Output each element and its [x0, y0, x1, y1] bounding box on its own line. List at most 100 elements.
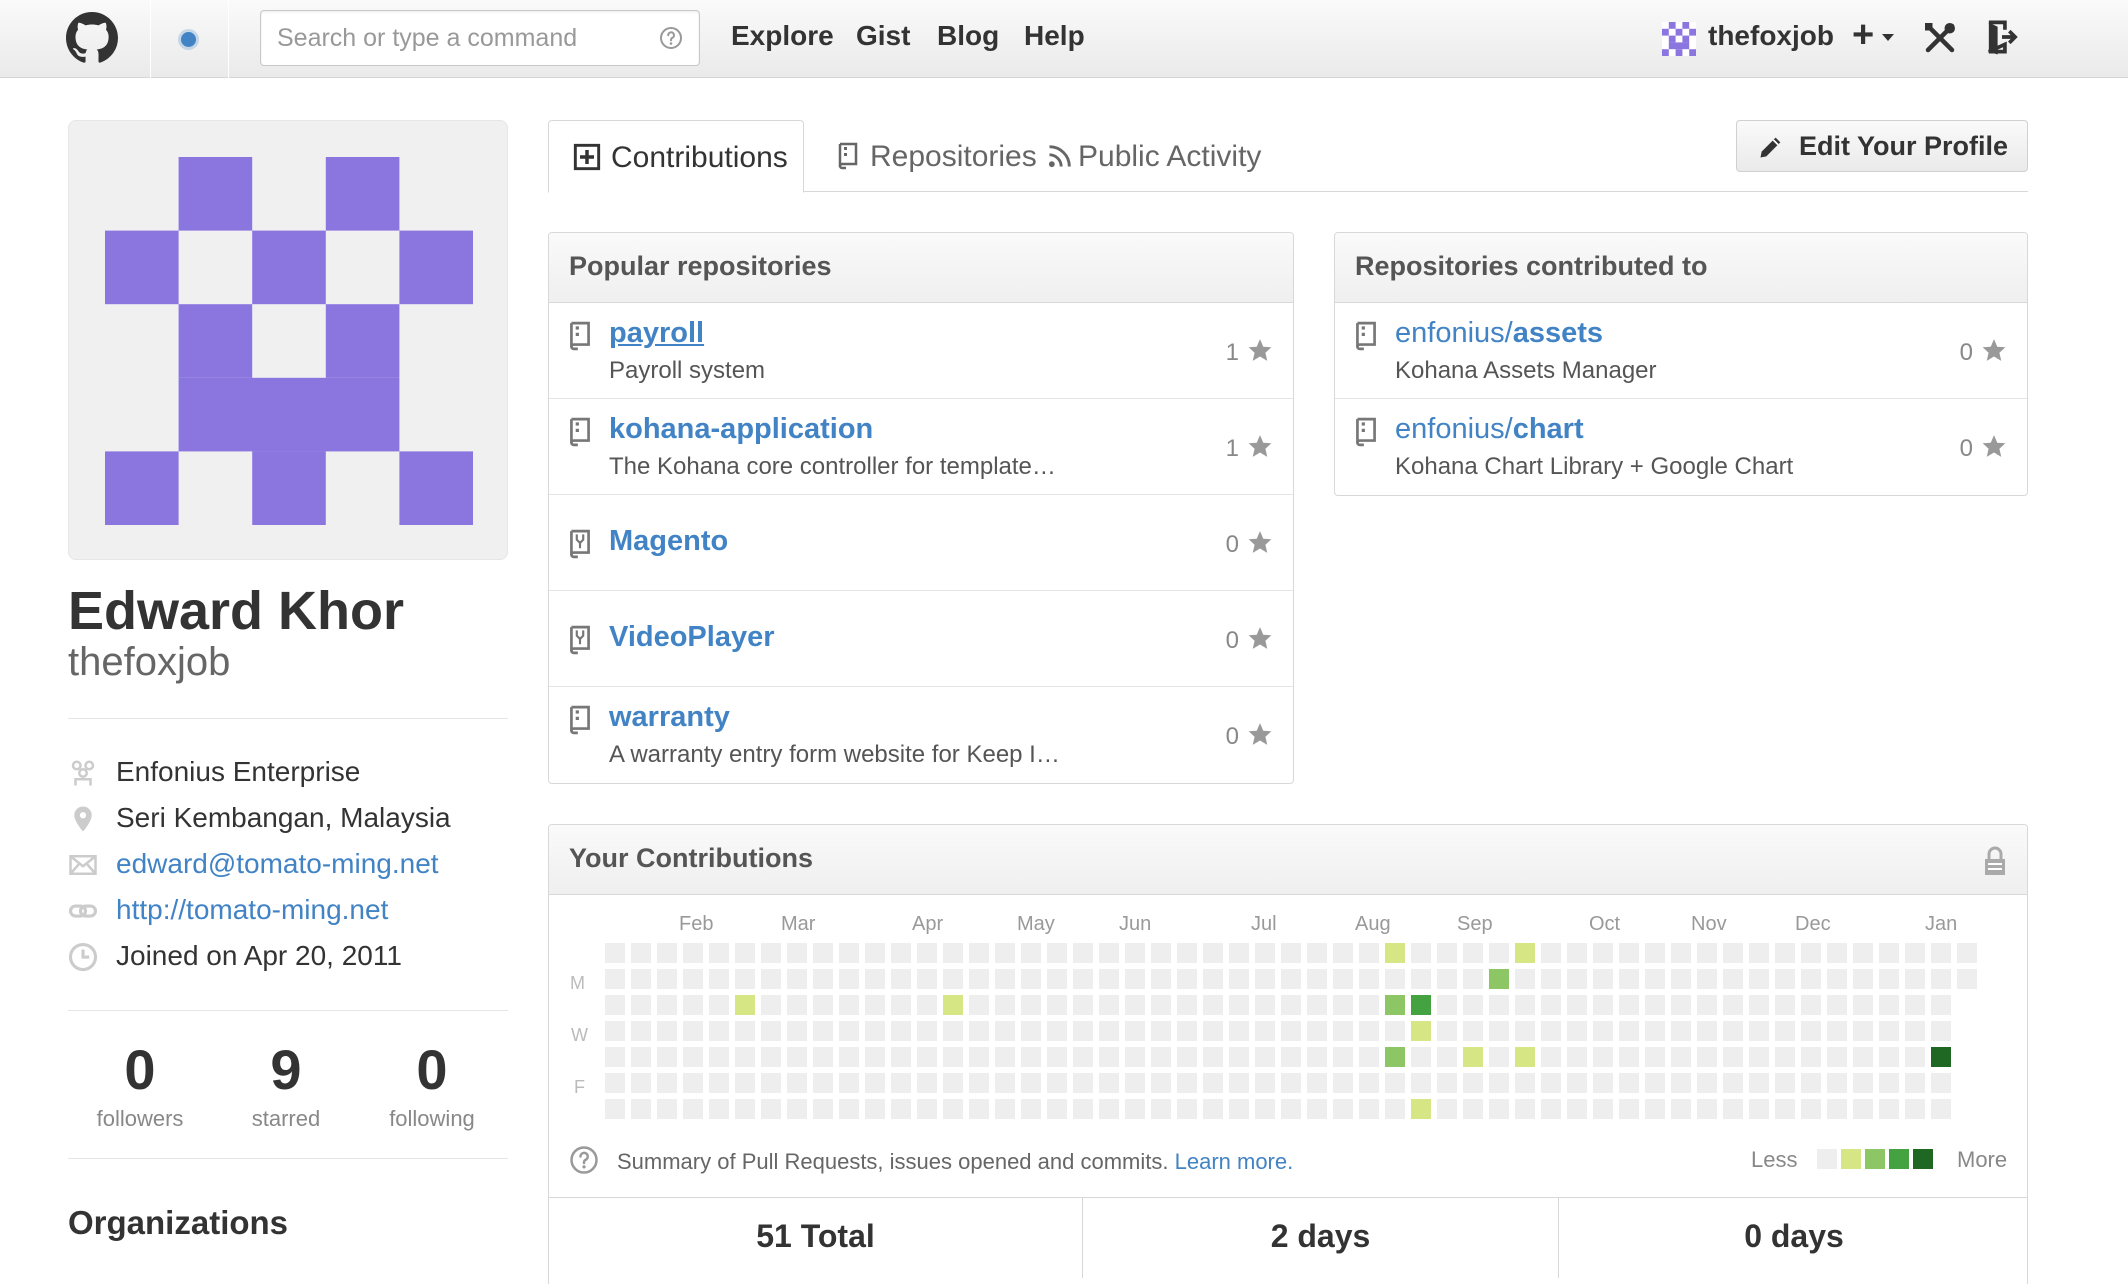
contribution-day-cell[interactable] — [1333, 943, 1353, 963]
contribution-day-cell[interactable] — [1853, 995, 1873, 1015]
contribution-day-cell[interactable] — [1723, 969, 1743, 989]
repo-row-enfonius-assets[interactable]: enfonius/assets Kohana Assets Manager 0 — [1335, 303, 2027, 399]
contribution-day-cell[interactable] — [1281, 943, 1301, 963]
contribution-day-cell[interactable] — [1905, 995, 1925, 1015]
contribution-day-cell[interactable] — [1437, 995, 1457, 1015]
contribution-day-cell[interactable] — [605, 995, 625, 1015]
contribution-day-cell[interactable] — [1931, 969, 1951, 989]
contribution-day-cell[interactable] — [813, 943, 833, 963]
contribution-day-cell[interactable] — [1489, 995, 1509, 1015]
settings-tools-icon[interactable] — [1922, 20, 1958, 56]
contribution-day-cell[interactable] — [1853, 1073, 1873, 1093]
contribution-day-cell[interactable] — [1177, 995, 1197, 1015]
contribution-day-cell[interactable] — [1931, 943, 1951, 963]
contribution-day-cell[interactable] — [917, 995, 937, 1015]
contribution-day-cell[interactable] — [709, 969, 729, 989]
contribution-day-cell[interactable] — [1879, 1047, 1899, 1067]
contribution-day-cell[interactable] — [1281, 995, 1301, 1015]
contribution-day-cell[interactable] — [631, 995, 651, 1015]
contribution-day-cell[interactable] — [813, 1021, 833, 1041]
contribution-day-cell[interactable] — [1255, 995, 1275, 1015]
contribution-day-cell[interactable] — [1151, 1099, 1171, 1119]
contribution-day-cell[interactable] — [1489, 1073, 1509, 1093]
contribution-day-cell[interactable] — [1099, 1021, 1119, 1041]
contribution-day-cell[interactable] — [839, 1021, 859, 1041]
contribution-day-cell[interactable] — [1567, 943, 1587, 963]
contribution-day-cell[interactable] — [813, 969, 833, 989]
contribution-day-cell[interactable] — [1749, 1073, 1769, 1093]
contribution-day-cell[interactable] — [1645, 1021, 1665, 1041]
contribution-day-cell[interactable] — [1021, 1047, 1041, 1067]
contribution-day-cell[interactable] — [1463, 1099, 1483, 1119]
contribution-day-cell[interactable] — [1177, 1099, 1197, 1119]
contribution-day-cell[interactable] — [1853, 943, 1873, 963]
contribution-day-cell[interactable] — [1905, 1021, 1925, 1041]
contribution-day-cell[interactable] — [1203, 995, 1223, 1015]
contribution-day-cell[interactable] — [1619, 1047, 1639, 1067]
contribution-day-cell[interactable] — [1645, 1099, 1665, 1119]
contribution-day-cell[interactable] — [1333, 995, 1353, 1015]
contribution-day-cell[interactable] — [1697, 1099, 1717, 1119]
contribution-day-cell[interactable] — [1515, 969, 1535, 989]
contribution-day-cell[interactable] — [865, 969, 885, 989]
contribution-day-cell[interactable] — [787, 1099, 807, 1119]
contribution-day-cell[interactable] — [1099, 1073, 1119, 1093]
contribution-day-cell[interactable] — [1827, 1073, 1847, 1093]
contribution-day-cell[interactable] — [1827, 1021, 1847, 1041]
search-input[interactable] — [277, 21, 637, 55]
contribution-day-cell[interactable] — [1697, 1021, 1717, 1041]
contribution-day-cell[interactable] — [1853, 1021, 1873, 1041]
contribution-day-cell[interactable] — [1827, 943, 1847, 963]
contribution-day-cell[interactable] — [1385, 1099, 1405, 1119]
contribution-day-cell[interactable] — [943, 943, 963, 963]
contribution-day-cell[interactable] — [1229, 1099, 1249, 1119]
contribution-day-cell[interactable] — [1905, 969, 1925, 989]
contribution-day-cell[interactable] — [1827, 1099, 1847, 1119]
contribution-day-cell[interactable] — [1619, 1073, 1639, 1093]
contribution-day-cell[interactable] — [1437, 969, 1457, 989]
contribution-day-cell[interactable] — [943, 969, 963, 989]
contribution-day-cell[interactable] — [1463, 969, 1483, 989]
contribution-day-cell[interactable] — [1151, 969, 1171, 989]
contribution-day-cell[interactable] — [943, 1073, 963, 1093]
contribution-day-cell[interactable] — [787, 969, 807, 989]
contribution-day-cell[interactable] — [787, 1073, 807, 1093]
contribution-day-cell[interactable] — [1385, 1021, 1405, 1041]
contribution-day-cell[interactable] — [735, 1021, 755, 1041]
contribution-day-cell[interactable] — [1047, 1047, 1067, 1067]
tab-contributions[interactable]: Contributions — [548, 120, 804, 193]
contribution-day-cell[interactable] — [1307, 1073, 1327, 1093]
repo-link-videoplayer[interactable]: VideoPlayer — [609, 621, 775, 654]
contribution-day-cell[interactable] — [1125, 969, 1145, 989]
contribution-day-cell[interactable] — [631, 943, 651, 963]
contribution-day-cell[interactable] — [1411, 1099, 1431, 1119]
contribution-day-cell[interactable] — [1645, 1047, 1665, 1067]
contribution-day-cell[interactable] — [1463, 1021, 1483, 1041]
contribution-day-cell[interactable] — [1541, 1047, 1561, 1067]
contribution-day-cell[interactable] — [1879, 1099, 1899, 1119]
contribution-day-cell[interactable] — [1307, 995, 1327, 1015]
contribution-day-cell[interactable] — [1827, 995, 1847, 1015]
contribution-day-cell[interactable] — [735, 969, 755, 989]
contribution-day-cell[interactable] — [1437, 1099, 1457, 1119]
contribution-day-cell[interactable] — [683, 995, 703, 1015]
contribution-day-cell[interactable] — [1411, 1073, 1431, 1093]
contribution-day-cell[interactable] — [1333, 1099, 1353, 1119]
contribution-day-cell[interactable] — [943, 1021, 963, 1041]
contribution-day-cell[interactable] — [1905, 1073, 1925, 1093]
contribution-day-cell[interactable] — [1125, 995, 1145, 1015]
contribution-day-cell[interactable] — [1177, 1021, 1197, 1041]
contribution-day-cell[interactable] — [1125, 1073, 1145, 1093]
contribution-day-cell[interactable] — [1229, 1047, 1249, 1067]
contribution-day-cell[interactable] — [917, 1021, 937, 1041]
contribution-day-cell[interactable] — [1515, 995, 1535, 1015]
contribution-day-cell[interactable] — [709, 995, 729, 1015]
contribution-day-cell[interactable] — [1489, 1021, 1509, 1041]
contribution-day-cell[interactable] — [995, 995, 1015, 1015]
contribution-day-cell[interactable] — [1619, 1099, 1639, 1119]
github-octocat-icon[interactable] — [66, 12, 118, 64]
contribution-day-cell[interactable] — [735, 943, 755, 963]
contribution-day-cell[interactable] — [1177, 1047, 1197, 1067]
contribution-day-cell[interactable] — [1723, 1047, 1743, 1067]
contribution-day-cell[interactable] — [1593, 1021, 1613, 1041]
